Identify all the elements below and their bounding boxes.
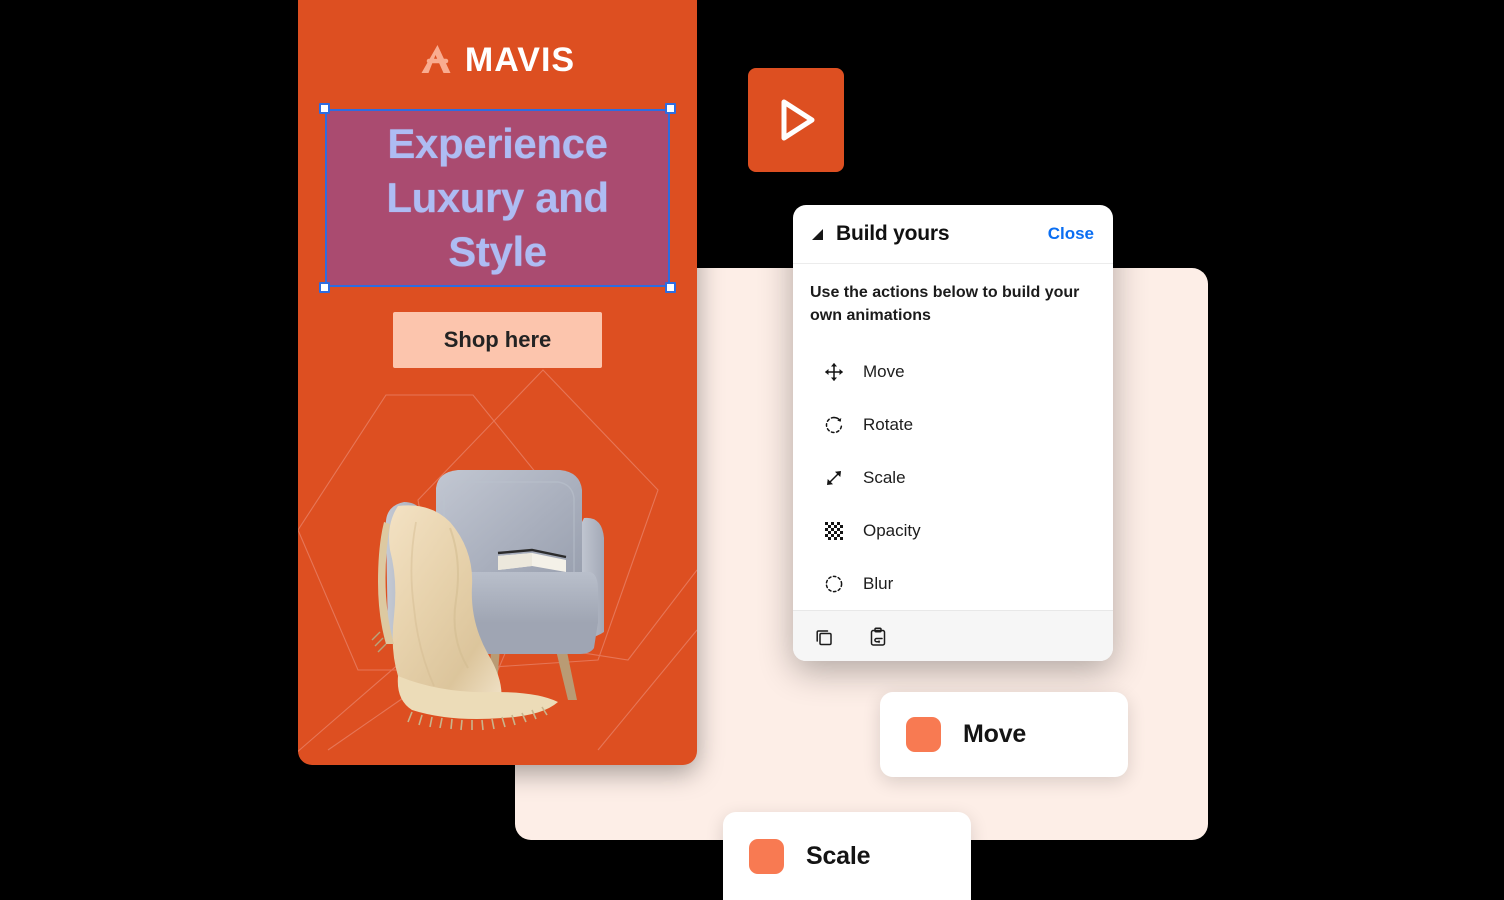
action-item-rotate[interactable]: Rotate	[793, 398, 1113, 451]
action-list: Move Rotate Scale Opacity Blur	[793, 333, 1113, 610]
action-label: Rotate	[863, 414, 914, 434]
panel-title: Build yours	[836, 222, 950, 245]
canvas-stage: MAVIS Experience Luxury and Style Shop h…	[0, 0, 1504, 900]
action-item-scale[interactable]: Scale	[793, 451, 1113, 504]
opacity-checker-icon	[821, 521, 847, 540]
action-card-scale[interactable]: Scale	[723, 812, 971, 900]
brand-name: MAVIS	[464, 41, 576, 79]
headline-selection-box[interactable]: Experience Luxury and Style	[319, 103, 676, 293]
action-item-move[interactable]: Move	[793, 345, 1113, 398]
card-label: Scale	[806, 841, 871, 870]
armchair-artwork	[371, 470, 604, 731]
blur-dashed-circle-icon	[821, 574, 847, 594]
action-card-move[interactable]: Move	[880, 692, 1128, 777]
scale-diagonal-icon	[821, 468, 847, 488]
card-color-swatch	[749, 838, 784, 874]
copy-icon	[816, 630, 832, 646]
shop-here-button[interactable]: Shop here	[393, 312, 602, 368]
resize-handle-bottom-right[interactable]	[665, 282, 676, 293]
move-arrows-icon	[821, 362, 847, 382]
action-label: Move	[863, 361, 905, 381]
paste-button[interactable]	[865, 624, 891, 650]
headline-text: Experience Luxury and Style	[386, 120, 609, 275]
close-button[interactable]: Close	[1046, 222, 1096, 246]
panel-footer	[793, 610, 1113, 661]
play-triangle-icon	[781, 99, 815, 141]
paste-icon	[870, 627, 886, 646]
resize-handle-bottom-left[interactable]	[319, 282, 330, 293]
action-label: Opacity	[863, 520, 921, 540]
play-button[interactable]	[748, 68, 844, 172]
panel-header: Build yours Close	[793, 205, 1113, 264]
copy-button[interactable]	[811, 624, 837, 650]
rotate-circle-icon	[821, 415, 847, 435]
action-label: Scale	[863, 467, 906, 487]
action-item-blur[interactable]: Blur	[793, 557, 1113, 610]
action-item-opacity[interactable]: Opacity	[793, 504, 1113, 557]
resize-handle-top-right[interactable]	[665, 103, 676, 114]
action-label: Blur	[863, 573, 894, 593]
card-color-swatch	[906, 717, 941, 752]
brand-logo: MAVIS	[298, 43, 697, 77]
back-triangle-icon[interactable]	[810, 227, 825, 242]
poster-artboard[interactable]: MAVIS Experience Luxury and Style Shop h…	[298, 0, 697, 765]
build-yours-panel: Build yours Close Use the actions below …	[793, 205, 1113, 661]
card-label: Move	[963, 720, 1027, 748]
panel-description: Use the actions below to build your own …	[810, 284, 1080, 324]
mavis-a-logomark-icon	[421, 45, 451, 73]
resize-handle-top-left[interactable]	[319, 103, 330, 114]
